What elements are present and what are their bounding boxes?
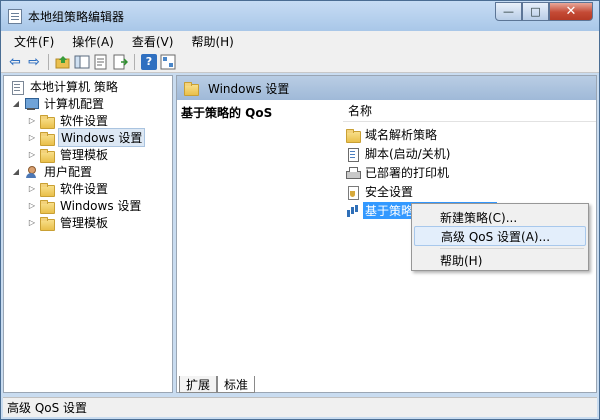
tab-extended[interactable]: 扩展 [179,376,218,393]
collapsed-arrow-icon[interactable]: ▷ [27,218,37,227]
security-icon [345,185,361,200]
tree-node-label: 计算机配置 [44,97,105,111]
list-item-security-settings[interactable]: 安全设置 [345,183,415,200]
export-list-icon [113,54,128,69]
list-item-label: 域名解析策略 [365,128,438,142]
tree-node-computer-config[interactable]: ◢ 计算机配置 [11,95,106,112]
list-item-label: 安全设置 [365,185,414,199]
window-controls: — □ ✕ [495,2,593,22]
collapsed-arrow-icon[interactable]: ▷ [27,133,37,142]
printer-icon [345,166,361,180]
tree-node-label: 软件设置 [60,114,109,128]
details-header-title: Windows 设置 [208,81,290,96]
tree-node-label: 管理模板 [60,148,109,162]
tree-node-label: 用户配置 [44,165,93,179]
folder-icon [39,114,55,129]
title-bar[interactable]: 本地组策略编辑器 — □ ✕ [1,1,599,31]
menu-separator [440,248,584,249]
toolbar-separator [48,53,49,70]
export-list-button[interactable] [112,54,128,70]
collapsed-arrow-icon[interactable]: ▷ [27,150,37,159]
menu-action[interactable]: 操作(A) [63,33,123,50]
folder-icon [345,128,361,143]
tree-node-label: Windows 设置 [60,199,142,213]
menu-item-new-policy[interactable]: 新建策略(C)... [414,207,586,227]
menu-view[interactable]: 查看(V) [123,33,183,50]
view-tabs: 扩展 标准 [179,376,256,393]
properties-icon [94,54,107,69]
tree-node-local-policy[interactable]: 本地计算机 策略 [7,78,120,95]
window-title: 本地组策略编辑器 [28,10,125,24]
tree-node-software-settings[interactable]: ▷ 软件设置 [27,112,110,129]
maximize-button[interactable]: □ [522,2,549,21]
status-text: 高级 QoS 设置 [7,401,88,415]
computer-icon [23,97,39,111]
description-title: 基于策略的 QoS [181,106,273,120]
folder-icon [183,81,199,96]
collapsed-arrow-icon[interactable]: ▷ [27,201,37,210]
tree-node-windows-settings[interactable]: ▷ Windows 设置 [27,128,146,147]
toolbar: ⇦ ⇨ ? [1,51,599,73]
help-icon: ? [145,55,153,68]
console-tree[interactable]: 本地计算机 策略 ◢ 计算机配置 ▷ 软件设置 ▷ Windows 设置 ▷ 管… [3,75,173,393]
policy-doc-icon [9,80,25,95]
menu-item-help[interactable]: 帮助(H) [414,250,586,270]
menu-help[interactable]: 帮助(H) [182,33,242,50]
tree-node-user-config[interactable]: ◢ 用户配置 [11,163,94,180]
up-folder-button[interactable] [55,54,71,70]
context-menu: 新建策略(C)... 高级 QoS 设置(A)... 帮助(H) [411,203,589,271]
list-item-dns-policy[interactable]: 域名解析策略 [345,126,439,143]
toolbar-separator [134,53,135,70]
list-item-label: 已部署的打印机 [365,166,450,180]
tree-node-user-windows-settings[interactable]: ▷ Windows 设置 [27,197,143,214]
collapsed-arrow-icon[interactable]: ▷ [27,184,37,193]
forward-button[interactable]: ⇨ [26,54,42,70]
expanded-arrow-icon[interactable]: ◢ [11,167,21,176]
tree-node-user-software-settings[interactable]: ▷ 软件设置 [27,180,110,197]
details-header: Windows 设置 [177,76,596,100]
menu-item-advanced-qos[interactable]: 高级 QoS 设置(A)... [414,226,586,246]
list-item-deployed-printers[interactable]: 已部署的打印机 [345,164,451,181]
app-icon [8,9,22,24]
forward-arrow-icon: ⇨ [28,53,40,70]
console-tree-icon [74,55,90,68]
folder-icon [39,199,55,214]
up-folder-icon [55,55,70,68]
tree-node-admin-templates[interactable]: ▷ 管理模板 [27,146,110,163]
show-hide-tree-button[interactable] [74,54,90,70]
back-arrow-icon: ⇦ [9,53,21,70]
folder-icon [39,131,55,146]
list-item-label: 脚本(启动/关机) [365,147,451,161]
user-icon [23,165,39,179]
tree-node-label: Windows 设置 [58,128,146,147]
tab-standard[interactable]: 标准 [217,376,256,393]
expanded-arrow-icon[interactable]: ◢ [11,99,21,108]
folder-icon [39,216,55,231]
menu-bar: 文件(F) 操作(A) 查看(V) 帮助(H) [1,31,599,51]
tree-node-label: 软件设置 [60,182,109,196]
folder-icon [39,182,55,197]
filter-button[interactable] [160,54,176,70]
list-item-scripts[interactable]: 脚本(启动/关机) [345,145,452,162]
app-window: 本地组策略编辑器 — □ ✕ 文件(F) 操作(A) 查看(V) 帮助(H) ⇦… [0,0,600,420]
status-bar: 高级 QoS 设置 [3,397,597,417]
minimize-button[interactable]: — [495,2,522,21]
script-icon [345,147,361,162]
tree-node-label: 管理模板 [60,216,109,230]
tree-node-user-admin-templates[interactable]: ▷ 管理模板 [27,214,110,231]
back-button[interactable]: ⇦ [7,54,23,70]
tree-node-label: 本地计算机 策略 [30,80,118,94]
filter-icon [160,54,176,69]
close-button[interactable]: ✕ [549,2,593,21]
qos-bars-icon [345,204,361,218]
collapsed-arrow-icon[interactable]: ▷ [27,116,37,125]
column-header-name[interactable]: 名称 [343,100,596,122]
folder-icon [39,148,55,163]
menu-file[interactable]: 文件(F) [5,33,63,50]
properties-button[interactable] [93,54,109,70]
help-button[interactable]: ? [141,53,157,70]
